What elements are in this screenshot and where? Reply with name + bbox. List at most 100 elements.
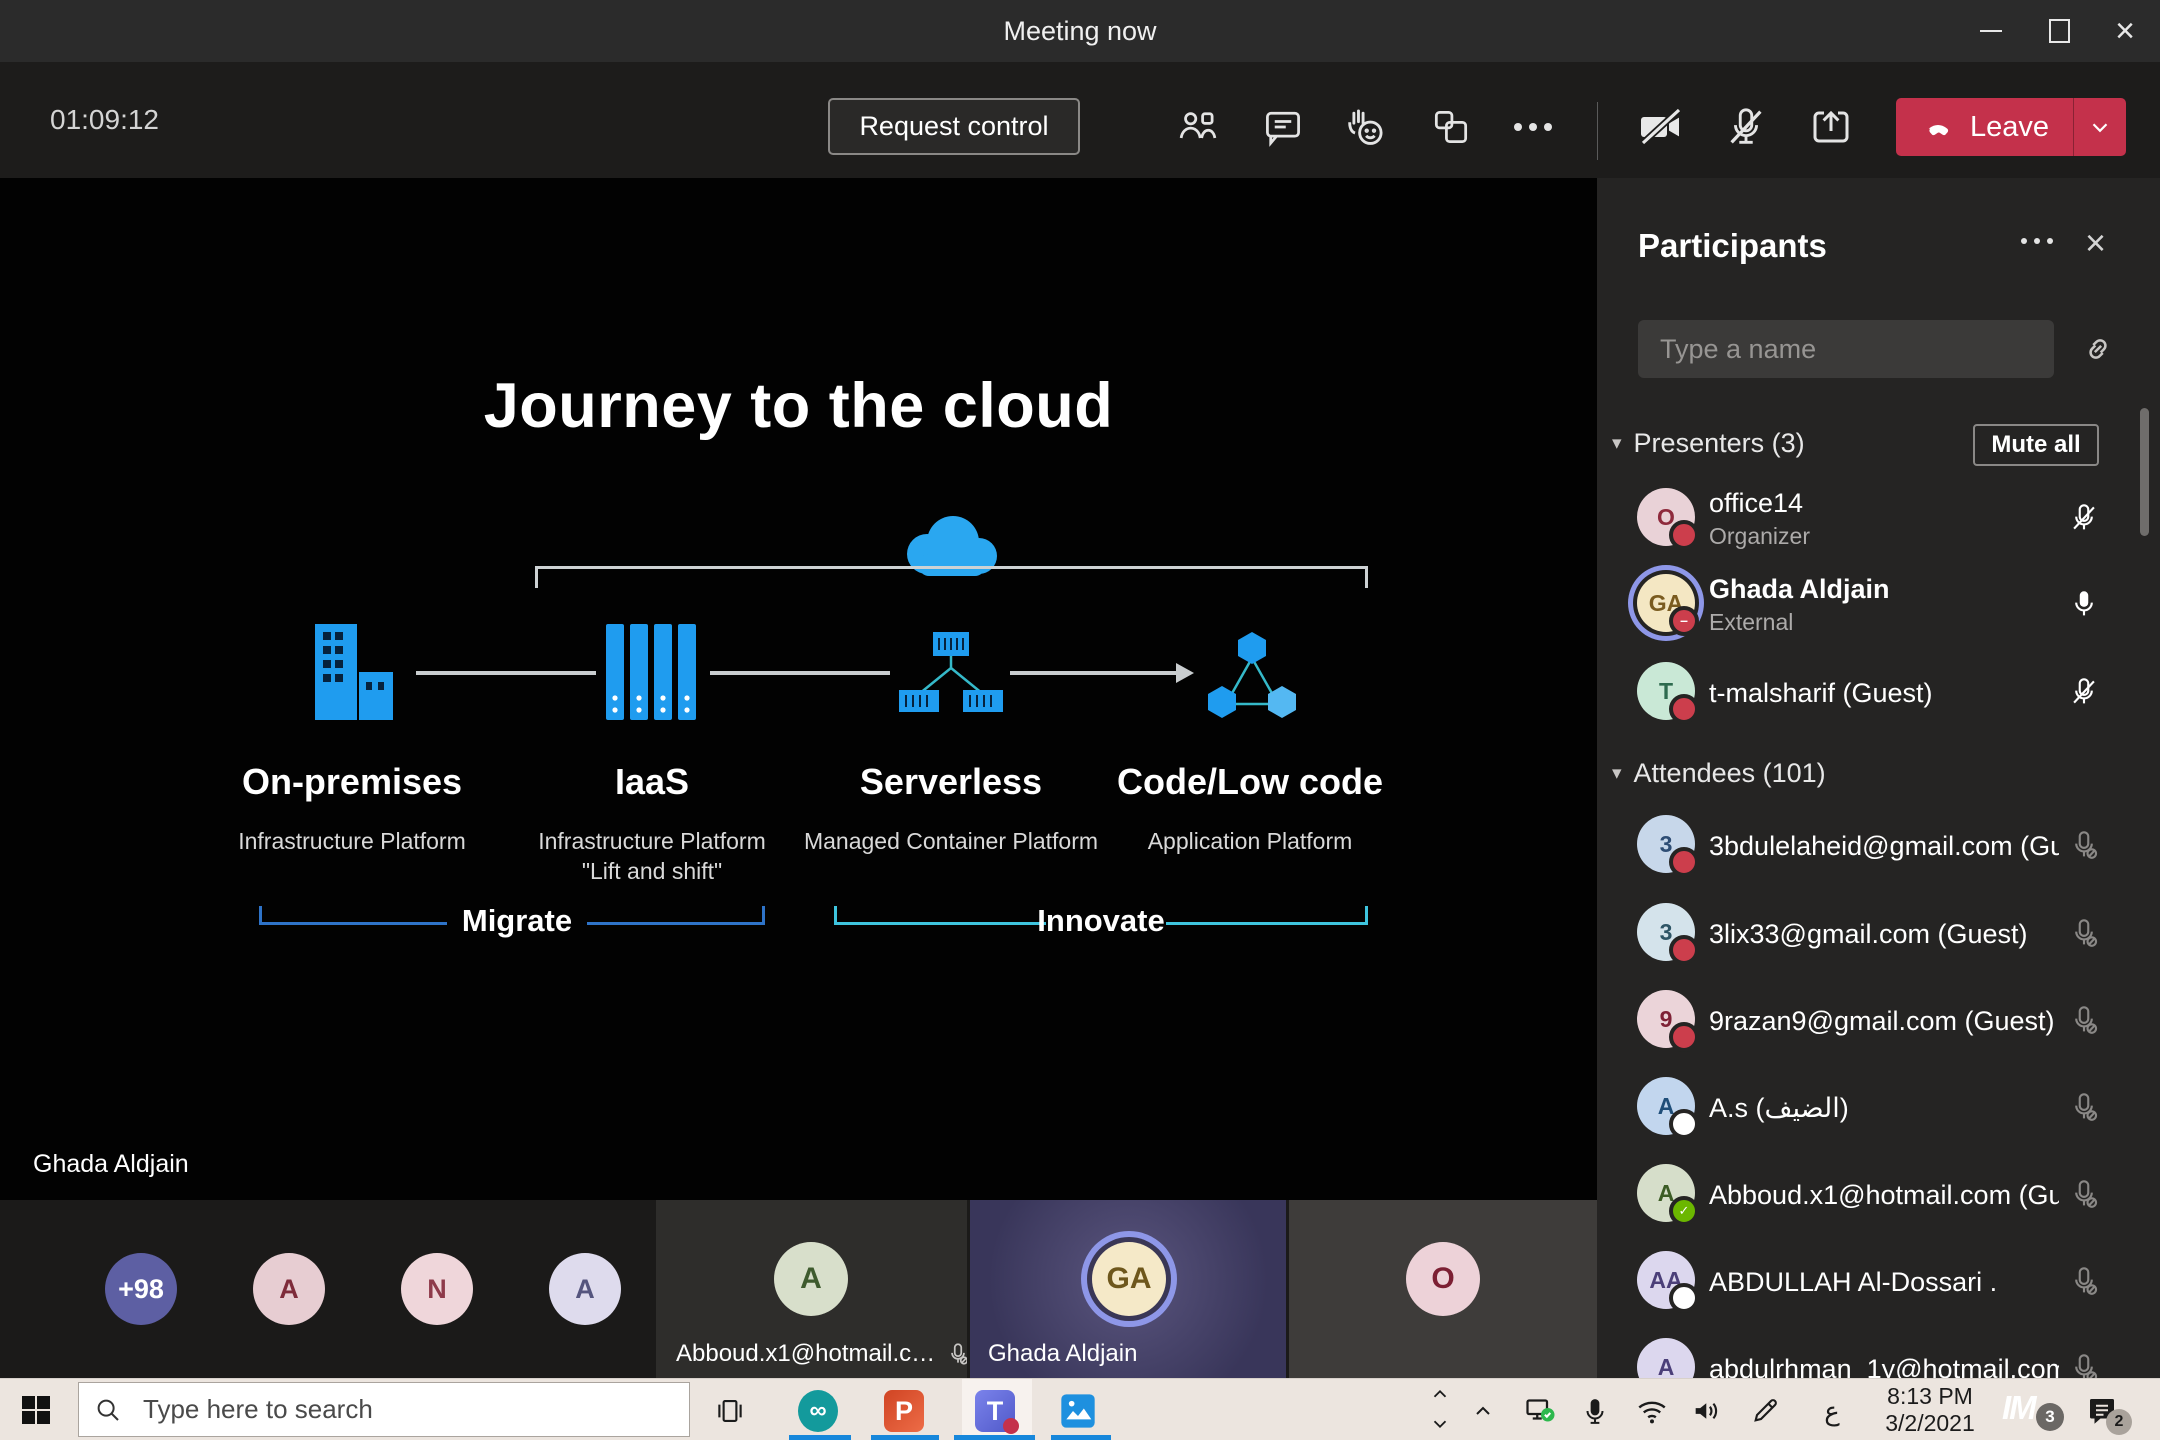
powerpoint-app-button[interactable]: P (884, 1391, 924, 1431)
participant-row[interactable]: GA Ghada Aldjain External (1597, 563, 2145, 647)
participant-row[interactable]: 3 3lix33@gmail.com (Guest) (1597, 892, 2145, 976)
avatar: GA (1092, 1242, 1166, 1316)
participant-role: External (1709, 609, 2059, 636)
chat-icon (1261, 105, 1305, 149)
reactions-button[interactable] (1330, 92, 1400, 162)
leave-options-button[interactable] (2073, 98, 2126, 156)
mic-status-icon[interactable] (2067, 1090, 2103, 1126)
connector-arrow (1010, 671, 1178, 675)
mic-status-icon[interactable] (2067, 1003, 2103, 1039)
participant-row[interactable]: AA ABDULLAH Al-Dossari . (1597, 1240, 2145, 1324)
avatar[interactable]: A (253, 1253, 325, 1325)
collapse-chevron-icon: ▾ (1612, 432, 1622, 455)
pen-tray-icon[interactable] (1745, 1391, 1785, 1431)
presenters-section-header[interactable]: ▾ Presenters (3) (1612, 428, 1805, 459)
video-tile-active-speaker[interactable]: GA Ghada Aldjain (970, 1200, 1286, 1378)
language-indicator[interactable]: ع (1812, 1391, 1852, 1431)
action-center-badge: 2 (2106, 1409, 2132, 1435)
taskbar-scroll-down[interactable] (1420, 1411, 1460, 1437)
participant-row[interactable]: O office14 Organizer (1597, 477, 2145, 561)
mic-status-icon[interactable] (2067, 1177, 2103, 1213)
panel-scrollbar[interactable] (2140, 408, 2149, 536)
hidden-icons-chevron[interactable] (1463, 1391, 1503, 1431)
participant-row[interactable]: 9 9razan9@gmail.com (Guest) (1597, 979, 2145, 1063)
search-icon (93, 1395, 123, 1425)
mic-status-icon[interactable] (2067, 501, 2103, 537)
task-view-button[interactable] (710, 1391, 750, 1431)
avatar[interactable]: N (401, 1253, 473, 1325)
participant-search-input[interactable] (1638, 320, 2054, 378)
taskbar-search[interactable] (78, 1382, 690, 1437)
participant-row[interactable]: 3 3bdulelaheid@gmail.com (Gu… (1597, 804, 2145, 888)
cloud-span-bracket (535, 566, 1368, 591)
maximize-button[interactable] (2026, 0, 2092, 62)
mute-all-button[interactable]: Mute all (1973, 424, 2099, 466)
toolbar-divider (1597, 102, 1598, 160)
mic-status-icon[interactable] (2067, 916, 2103, 952)
camera-off-icon (1637, 103, 1685, 151)
innovate-label: Innovate (981, 903, 1221, 939)
participant-row[interactable]: T t-malsharif (Guest) (1597, 651, 2145, 735)
presence-badge (1669, 520, 1699, 550)
notification-dot (1003, 1418, 1019, 1434)
taskbar-search-input[interactable] (141, 1393, 645, 1426)
copy-invite-link-icon[interactable] (2079, 330, 2117, 368)
leave-label: Leave (1970, 111, 2049, 144)
ellipsis-icon (1514, 123, 1552, 131)
chat-button[interactable] (1248, 92, 1318, 162)
participant-row[interactable]: A A.s (الضيف) (1597, 1066, 2145, 1150)
leave-button[interactable]: Leave (1896, 98, 2073, 156)
teams-app-button[interactable]: T (975, 1391, 1015, 1431)
share-screen-button[interactable] (1796, 92, 1866, 162)
arduino-app-button[interactable]: ∞ (798, 1391, 838, 1431)
windows-taskbar: ∞ P T (0, 1378, 2160, 1440)
request-control-button[interactable]: Request control (828, 98, 1080, 155)
participant-row[interactable]: A Abboud.x1@hotmail.com (Gu… (1597, 1153, 2145, 1237)
microphone-tray-icon[interactable] (1575, 1391, 1615, 1431)
camera-toggle-button[interactable] (1626, 92, 1696, 162)
mic-toggle-button[interactable] (1711, 92, 1781, 162)
presence-badge (1669, 606, 1699, 636)
mic-status-icon[interactable] (2067, 828, 2103, 864)
taskbar-clock[interactable]: 8:13 PM 3/2/2021 (1868, 1383, 1992, 1437)
avatar: A (1637, 1077, 1695, 1135)
video-tile[interactable]: A Abboud.x1@hotmail.c… (656, 1200, 967, 1378)
start-button[interactable] (22, 1396, 50, 1424)
avatar: 3 (1637, 815, 1695, 873)
speaker-icon (1690, 1394, 1724, 1428)
minimize-button[interactable] (1958, 0, 2024, 62)
close-button[interactable]: × (2092, 0, 2158, 62)
mic-status-icon[interactable] (2067, 675, 2103, 711)
presence-badge (1669, 1022, 1699, 1052)
breakout-rooms-button[interactable] (1416, 92, 1486, 162)
participants-panel: Participants × ▾ Presenters (3) Mute all… (1597, 178, 2160, 1378)
participants-button[interactable] (1163, 92, 1233, 162)
more-actions-button[interactable] (1498, 92, 1568, 162)
photos-app-button[interactable] (1058, 1391, 1098, 1431)
mic-status-icon[interactable] (2067, 1264, 2103, 1300)
mic-status-icon[interactable] (2067, 1351, 2103, 1378)
connector-line (416, 671, 596, 675)
participant-name: 9razan9@gmail.com (Guest) (1709, 1006, 2059, 1037)
attendees-section-header[interactable]: ▾ Attendees (101) (1612, 758, 1826, 789)
mic-status-icon[interactable] (2067, 587, 2103, 623)
wifi-tray-icon[interactable] (1632, 1391, 1672, 1431)
avatar[interactable]: A (549, 1253, 621, 1325)
avatar: T (1637, 662, 1695, 720)
participant-row[interactable]: A abdulrhman_1y@hotmail.com (1597, 1327, 2145, 1378)
mic-disabled-icon (945, 1341, 967, 1367)
wifi-icon (1635, 1394, 1669, 1428)
volume-tray-icon[interactable] (1687, 1391, 1727, 1431)
panel-close-button[interactable]: × (2085, 222, 2106, 264)
display-security-tray-icon[interactable] (1521, 1391, 1561, 1431)
participant-name: abdulrhman_1y@hotmail.com (1709, 1354, 2059, 1379)
presence-badge (1669, 847, 1699, 877)
panel-more-options-button[interactable] (2021, 238, 2053, 244)
breakout-rooms-icon (1429, 105, 1473, 149)
im-app-tray-icon[interactable]: IM (2002, 1389, 2035, 1427)
overflow-avatar[interactable]: +98 (105, 1253, 177, 1325)
avatar: GA (1637, 574, 1695, 632)
avatar: A (774, 1242, 848, 1316)
video-tile[interactable]: O (1289, 1200, 1597, 1378)
taskbar-scroll-up[interactable] (1420, 1381, 1460, 1407)
